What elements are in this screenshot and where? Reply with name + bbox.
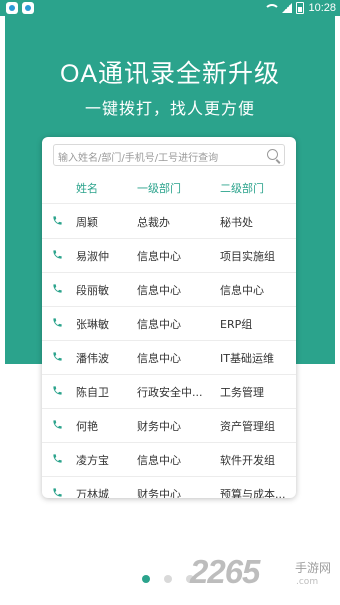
table-row[interactable]: 潘伟波 信息中心 IT基础运维	[42, 340, 296, 375]
battery-icon	[296, 2, 305, 14]
header-dept1: 一级部门	[137, 182, 181, 195]
contact-dept2: 资产管理组	[220, 420, 275, 433]
contact-dept1: 信息中心	[137, 250, 181, 263]
phone-icon[interactable]	[52, 215, 63, 226]
signal-icon	[282, 3, 293, 13]
contact-dept2: 信息中心	[220, 284, 264, 297]
header-dept2: 二级部门	[220, 182, 264, 195]
search-input[interactable]: 输入姓名/部门/手机号/工号进行查询	[53, 144, 285, 166]
contact-name: 段丽敏	[76, 284, 109, 297]
wifi-icon	[266, 3, 279, 13]
hero-subtitle: 一键拨打，找人更方便	[84, 99, 255, 118]
table-row[interactable]: 陈自卫 行政安全中... 工务管理	[42, 374, 296, 409]
page-dot[interactable]	[142, 575, 150, 583]
phone-icon[interactable]	[52, 419, 63, 430]
contact-dept1: 总裁办	[137, 216, 170, 229]
contact-dept1: 信息中心	[137, 284, 181, 297]
search-placeholder: 输入姓名/部门/手机号/工号进行查询	[58, 153, 219, 164]
contact-name: 周颖	[76, 216, 98, 229]
app-notification-icon	[22, 2, 34, 14]
contact-dept1: 信息中心	[137, 352, 181, 365]
contact-dept2: ERP组	[220, 318, 253, 331]
app-notification-icon	[6, 2, 18, 14]
phone-icon[interactable]	[52, 487, 63, 498]
contact-dept1: 信息中心	[137, 454, 181, 467]
table-row[interactable]: 张琳敏 信息中心 ERP组	[42, 306, 296, 341]
contact-dept1: 财务中心	[137, 420, 181, 433]
contact-name: 易淑仲	[76, 250, 109, 263]
contact-dept2: 秘书处	[220, 216, 253, 229]
contact-name: 陈自卫	[76, 386, 109, 399]
contact-name: 张琳敏	[76, 318, 109, 331]
contact-dept1: 行政安全中...	[137, 386, 203, 399]
contact-dept2: IT基础运维	[220, 352, 274, 365]
watermark-logo: 2265 手游网 .com	[190, 553, 331, 593]
contact-name: 万林城	[76, 488, 109, 498]
contact-name: 凌方宝	[76, 454, 109, 467]
table-row[interactable]: 凌方宝 信息中心 软件开发组	[42, 442, 296, 477]
watermark-number: 2265	[190, 553, 260, 590]
contact-dept2: 软件开发组	[220, 454, 275, 467]
contact-dept2: 项目实施组	[220, 250, 275, 263]
contacts-preview-card: 输入姓名/部门/手机号/工号进行查询 姓名 一级部门 二级部门 周颖 总裁办 秘书处…	[42, 137, 296, 498]
contact-dept1: 财务中心	[137, 488, 181, 498]
table-row[interactable]: 周颖 总裁办 秘书处	[42, 204, 296, 239]
status-time: 10:28	[308, 2, 336, 14]
header-name: 姓名	[76, 182, 98, 195]
phone-icon[interactable]	[52, 249, 63, 260]
page-dot[interactable]	[164, 575, 172, 583]
table-row[interactable]: 易淑仲 信息中心 项目实施组	[42, 238, 296, 273]
contact-dept2: 工务管理	[220, 386, 264, 399]
table-header: 姓名 一级部门 二级部门	[42, 173, 296, 204]
hero-title: OA通讯录全新升级	[59, 60, 281, 88]
watermark-url: .com	[296, 577, 319, 587]
status-bar: 10:28	[0, 0, 340, 16]
search-icon[interactable]	[267, 149, 278, 160]
table-row[interactable]: 何艳 财务中心 资产管理组	[42, 408, 296, 443]
page-indicator	[0, 575, 340, 585]
phone-icon[interactable]	[52, 283, 63, 294]
watermark-text: 手游网	[295, 561, 332, 575]
contact-dept2: 预算与成本...	[220, 488, 286, 498]
phone-icon[interactable]	[52, 385, 63, 396]
phone-icon[interactable]	[52, 453, 63, 464]
table-row[interactable]: 万林城 财务中心 预算与成本...	[42, 476, 296, 498]
phone-icon[interactable]	[52, 317, 63, 328]
phone-icon[interactable]	[52, 351, 63, 362]
table-row[interactable]: 段丽敏 信息中心 信息中心	[42, 272, 296, 307]
contact-name: 何艳	[76, 420, 98, 433]
contact-name: 潘伟波	[76, 352, 109, 365]
contact-dept1: 信息中心	[137, 318, 181, 331]
